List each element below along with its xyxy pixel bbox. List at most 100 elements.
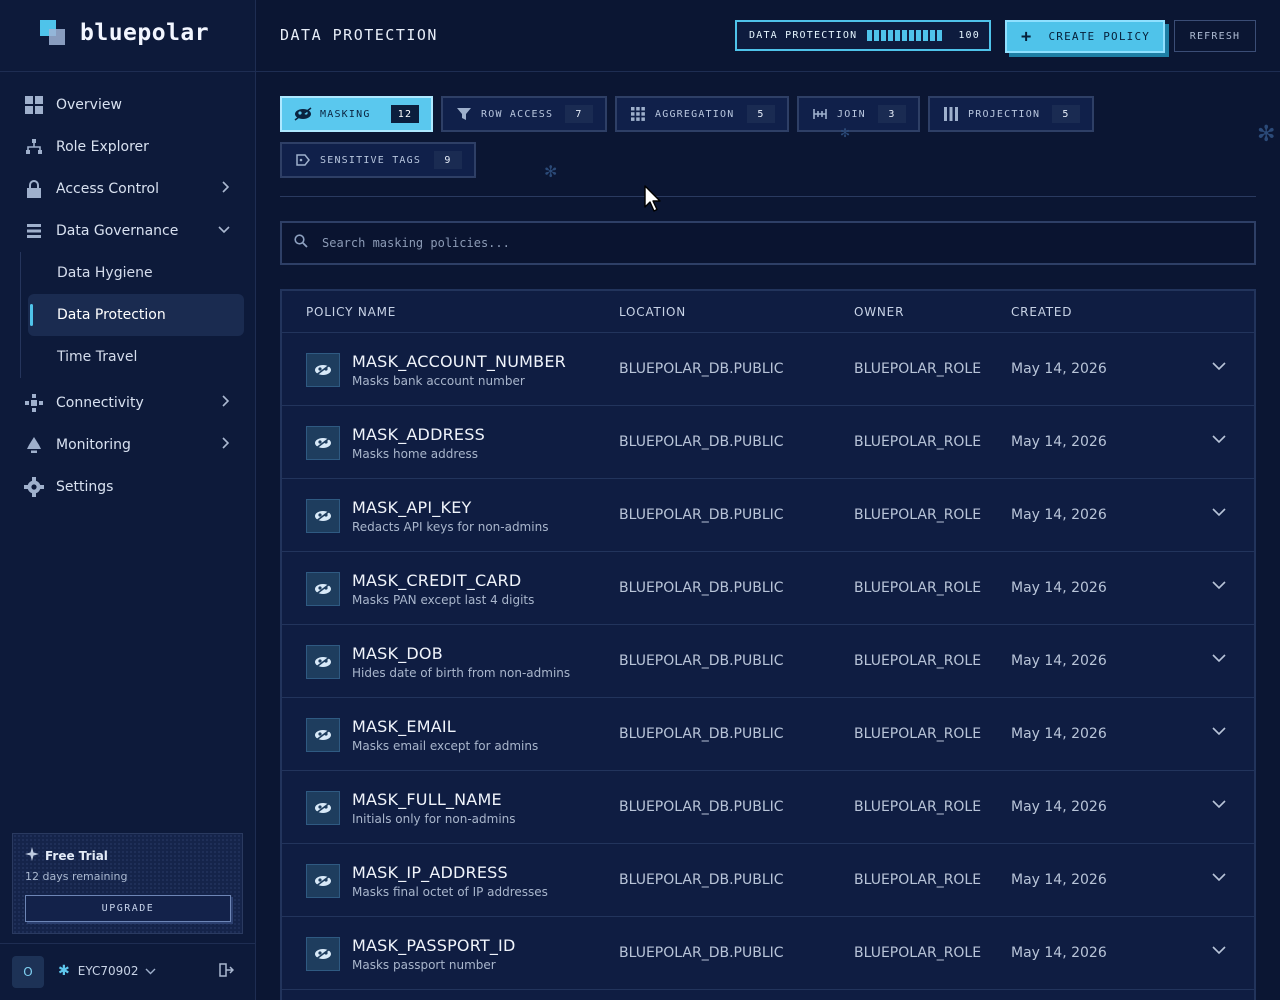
mask-icon xyxy=(306,864,340,898)
policy-created: May 14, 2026 xyxy=(1011,872,1107,888)
table-row[interactable]: MASK_IP_ADDRESS Masks final octet of IP a… xyxy=(282,844,1254,917)
policy-owner: BLUEPOLAR_ROLE xyxy=(854,507,982,523)
policy-name: MASK_IP_ADDRESS xyxy=(352,863,508,882)
policy-created: May 14, 2026 xyxy=(1011,726,1107,742)
tab-label: MASKING xyxy=(320,108,371,120)
policy-location: BLUEPOLAR_DB.PUBLIC xyxy=(619,434,784,450)
search-input[interactable] xyxy=(322,236,1202,250)
column-header-created[interactable]: CREATED xyxy=(1011,305,1072,319)
avatar[interactable]: O xyxy=(12,956,44,988)
org-switcher[interactable]: ✱ EYC70902 xyxy=(58,963,156,979)
table-header: POLICY NAME LOCATION OWNER CREATED xyxy=(282,291,1254,333)
policy-description: Masks passport number xyxy=(352,958,496,972)
chevron-down-icon[interactable] xyxy=(1212,651,1226,667)
policy-created: May 14, 2026 xyxy=(1011,434,1107,450)
column-header-location[interactable]: LOCATION xyxy=(619,305,686,319)
brand-logo[interactable]: bluepolar xyxy=(40,20,209,46)
tab-masking[interactable]: MASKING 12 xyxy=(280,96,433,132)
table-row[interactable]: MASK_API_KEY Redacts API keys for non-adm… xyxy=(282,479,1254,552)
divider xyxy=(0,943,256,944)
upgrade-button[interactable]: UPGRADE xyxy=(25,895,231,922)
sidebar-item-connectivity[interactable]: Connectivity xyxy=(12,382,244,424)
policy-owner: BLUEPOLAR_ROLE xyxy=(854,726,982,742)
chevron-down-icon[interactable] xyxy=(1212,724,1226,740)
snowflake-decoration-icon: ✻ xyxy=(840,126,851,140)
sidebar-item-data-hygiene[interactable]: Data Hygiene xyxy=(28,252,244,294)
meter-bars xyxy=(867,30,944,41)
sidebar-item-role-explorer[interactable]: Role Explorer xyxy=(12,126,244,168)
column-header-owner[interactable]: OWNER xyxy=(854,305,904,319)
sidebar-item-access-control[interactable]: Access Control xyxy=(12,168,244,210)
tab-aggregation[interactable]: AGGREGATION 5 xyxy=(615,96,789,132)
policy-owner: BLUEPOLAR_ROLE xyxy=(854,653,982,669)
meter-segment xyxy=(930,30,936,41)
policy-name: MASK_CREDIT_CARD xyxy=(352,571,522,590)
tab-count-badge: 12 xyxy=(391,105,419,123)
policy-location: BLUEPOLAR_DB.PUBLIC xyxy=(619,580,784,596)
logo-mark-icon xyxy=(40,20,66,46)
policy-description: Redacts API keys for non-admins xyxy=(352,520,549,534)
meter-segment xyxy=(881,30,887,41)
tab-count-badge: 9 xyxy=(434,151,462,169)
sidebar-item-data-protection[interactable]: Data Protection xyxy=(28,294,244,336)
sidebar-item-monitoring[interactable]: Monitoring xyxy=(12,424,244,466)
sidebar-item-data-governance[interactable]: Data Governance xyxy=(12,210,244,252)
table-row[interactable]: MASK_ADDRESS Masks home address BLUEPOLAR_… xyxy=(282,406,1254,479)
data-protection-meter: DATA PROTECTION 100 xyxy=(735,20,991,51)
tab-label: PROJECTION xyxy=(968,108,1041,120)
sidebar-item-time-travel[interactable]: Time Travel xyxy=(28,336,244,378)
sidebar-item-settings[interactable]: Settings xyxy=(12,466,244,508)
table-row[interactable]: MASK_EMAIL Masks email except for admins B… xyxy=(282,698,1254,771)
chevron-down-icon[interactable] xyxy=(1212,578,1226,594)
table-row[interactable]: MASK_FULL_NAME Initials only for non-admi… xyxy=(282,771,1254,844)
table-row[interactable]: MASK_PASSPORT_ID Masks passport number BLU… xyxy=(282,917,1254,990)
filter-icon xyxy=(455,107,473,121)
refresh-button[interactable]: REFRESH xyxy=(1174,20,1256,52)
tab-row-access[interactable]: ROW ACCESS 7 xyxy=(441,96,607,132)
chevron-down-icon xyxy=(145,964,156,978)
tab-label: JOIN xyxy=(837,108,866,120)
tab-sensitive-tags[interactable]: SENSITIVE TAGS 9 xyxy=(280,142,476,178)
tab-projection[interactable]: PROJECTION 5 xyxy=(928,96,1094,132)
chevron-down-icon[interactable] xyxy=(1212,943,1226,959)
join-icon xyxy=(811,109,829,119)
policy-location: BLUEPOLAR_DB.PUBLIC xyxy=(619,872,784,888)
meter-segment xyxy=(874,30,880,41)
logout-icon[interactable] xyxy=(218,962,235,982)
tab-count-badge: 5 xyxy=(1052,105,1080,123)
chevron-right-icon xyxy=(222,437,230,453)
sidebar-nav: Overview Role Explorer Access Control Da… xyxy=(12,84,244,508)
mask-icon xyxy=(306,645,340,679)
meter-segment xyxy=(888,30,894,41)
mask-icon xyxy=(306,426,340,460)
tab-join[interactable]: JOIN 3 xyxy=(797,96,920,132)
chevron-down-icon[interactable] xyxy=(1212,505,1226,521)
chevron-right-icon xyxy=(222,395,230,411)
chevron-down-icon[interactable] xyxy=(1212,432,1226,448)
sidebar-item-label: Overview xyxy=(56,97,122,113)
network-icon xyxy=(24,393,44,413)
chevron-down-icon[interactable] xyxy=(1212,359,1226,375)
mask-icon xyxy=(306,791,340,825)
policy-created: May 14, 2026 xyxy=(1011,580,1107,596)
meter-segment xyxy=(923,30,929,41)
create-policy-button[interactable]: + CREATE POLICY xyxy=(1005,20,1165,53)
sidebar-item-label: Access Control xyxy=(56,181,159,197)
tab-label: SENSITIVE TAGS xyxy=(320,154,422,166)
policy-name: MASK_API_KEY xyxy=(352,498,472,517)
meter-segment xyxy=(937,30,943,41)
chevron-down-icon[interactable] xyxy=(1212,870,1226,886)
policy-location: BLUEPOLAR_DB.PUBLIC xyxy=(619,945,784,961)
policy-name: MASK_DOB xyxy=(352,644,443,663)
meter-value: 100 xyxy=(958,30,980,41)
table-row[interactable]: MASK_DOB Hides date of birth from non-adm… xyxy=(282,625,1254,698)
meter-segment xyxy=(916,30,922,41)
column-header-policy-name[interactable]: POLICY NAME xyxy=(306,305,396,319)
create-policy-label: CREATE POLICY xyxy=(1048,30,1151,43)
sidebar-item-overview[interactable]: Overview xyxy=(12,84,244,126)
sidebar-item-label: Role Explorer xyxy=(56,139,149,155)
policy-name: MASK_ACCOUNT_NUMBER xyxy=(352,352,566,371)
table-row[interactable]: MASK_CREDIT_CARD Masks PAN except last 4 … xyxy=(282,552,1254,625)
table-row[interactable]: MASK_ACCOUNT_NUMBER Masks bank account nu… xyxy=(282,333,1254,406)
chevron-down-icon[interactable] xyxy=(1212,797,1226,813)
